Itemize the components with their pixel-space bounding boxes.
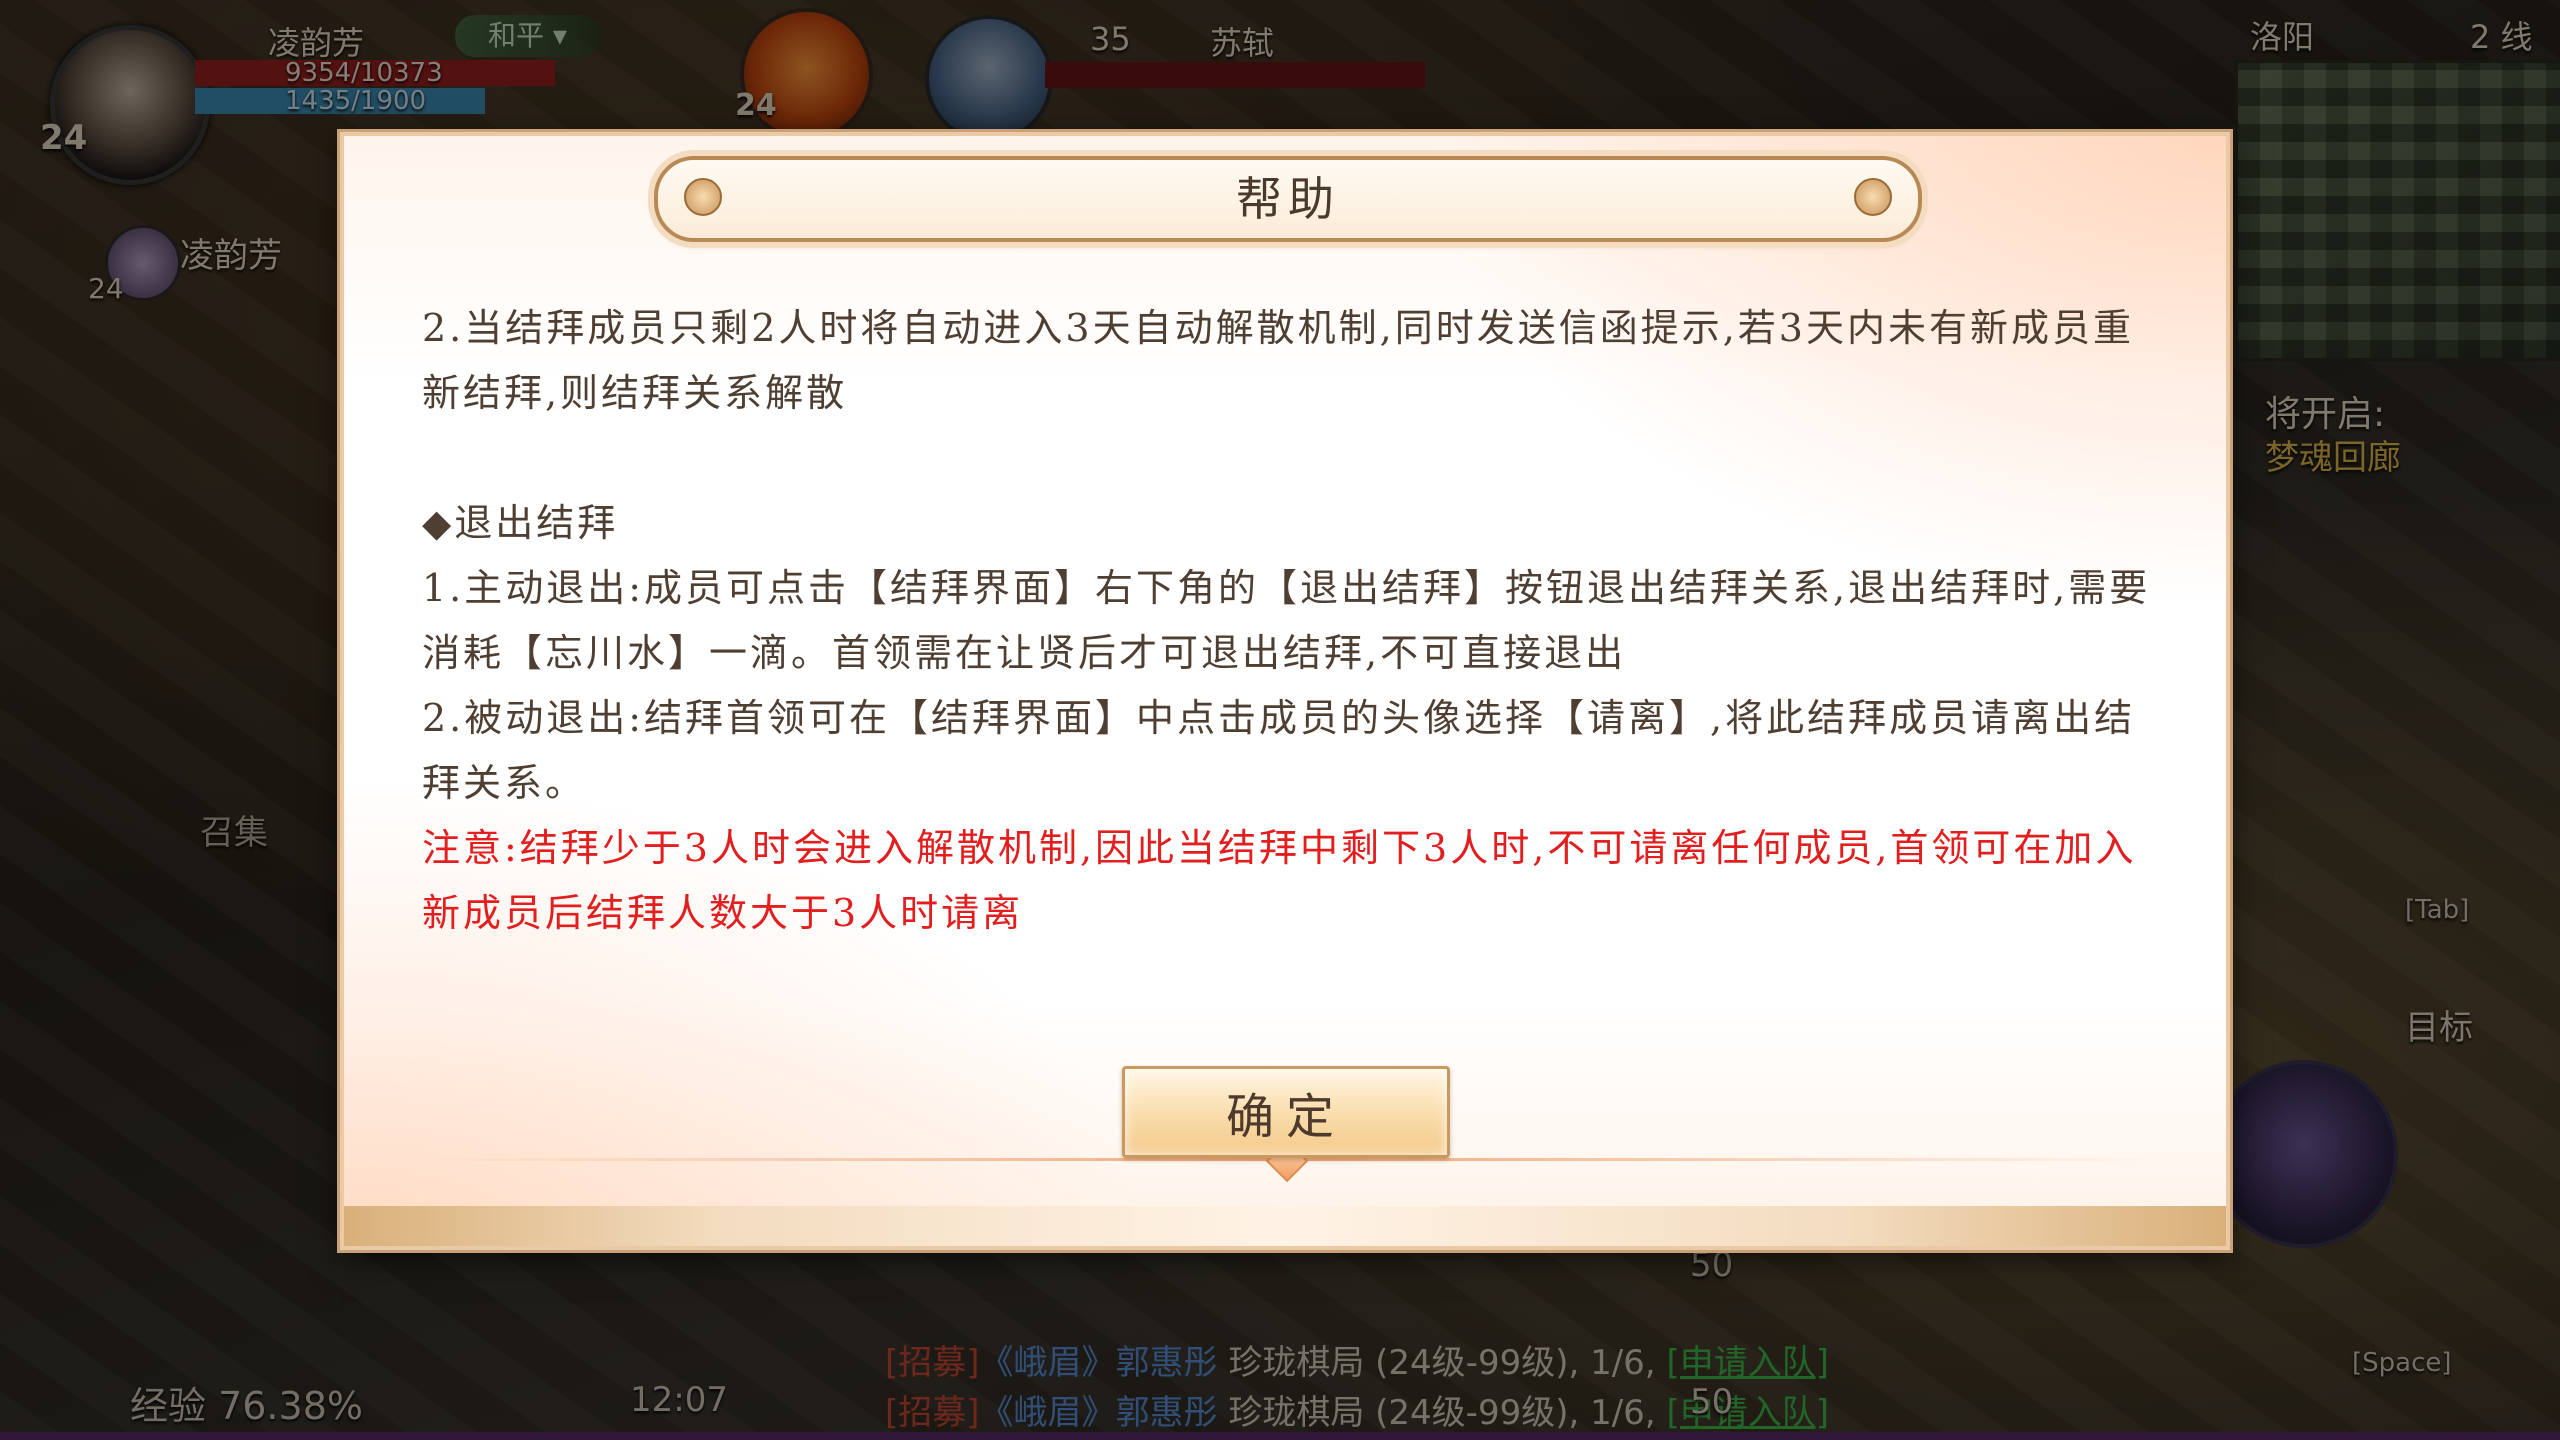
help-content[interactable]: 2.当结拜成员只剩2人时将自动进入3天自动解散机制,同时发送信函提示,若3天内未… <box>422 296 2162 1136</box>
help-dialog: 帮助 2.当结拜成员只剩2人时将自动进入3天自动解散机制,同时发送信函提示,若3… <box>340 132 2230 1250</box>
dialog-bottom-border <box>344 1206 2226 1246</box>
confirm-button[interactable]: 确定 <box>1122 1066 1450 1158</box>
dialog-title-plaque: 帮助 <box>654 156 1922 242</box>
help-paragraph: 2.当结拜成员只剩2人时将自动进入3天自动解散机制,同时发送信函提示,若3天内未… <box>422 306 2134 415</box>
help-paragraph: 1.主动退出:成员可点击【结拜界面】右下角的【退出结拜】按钮退出结拜关系,退出结… <box>422 566 2151 675</box>
help-note: 注意:结拜少于3人时会进入解散机制,因此当结拜中剩下3人时,不可请离任何成员,首… <box>422 826 2137 935</box>
help-paragraph-blank <box>422 426 2162 491</box>
help-paragraph: 2.被动退出:结拜首领可在【结拜界面】中点击成员的头像选择【请离】,将此结拜成员… <box>422 696 2136 805</box>
help-section-heading: ◆退出结拜 <box>422 501 619 545</box>
dialog-title: 帮助 <box>1236 172 1340 226</box>
